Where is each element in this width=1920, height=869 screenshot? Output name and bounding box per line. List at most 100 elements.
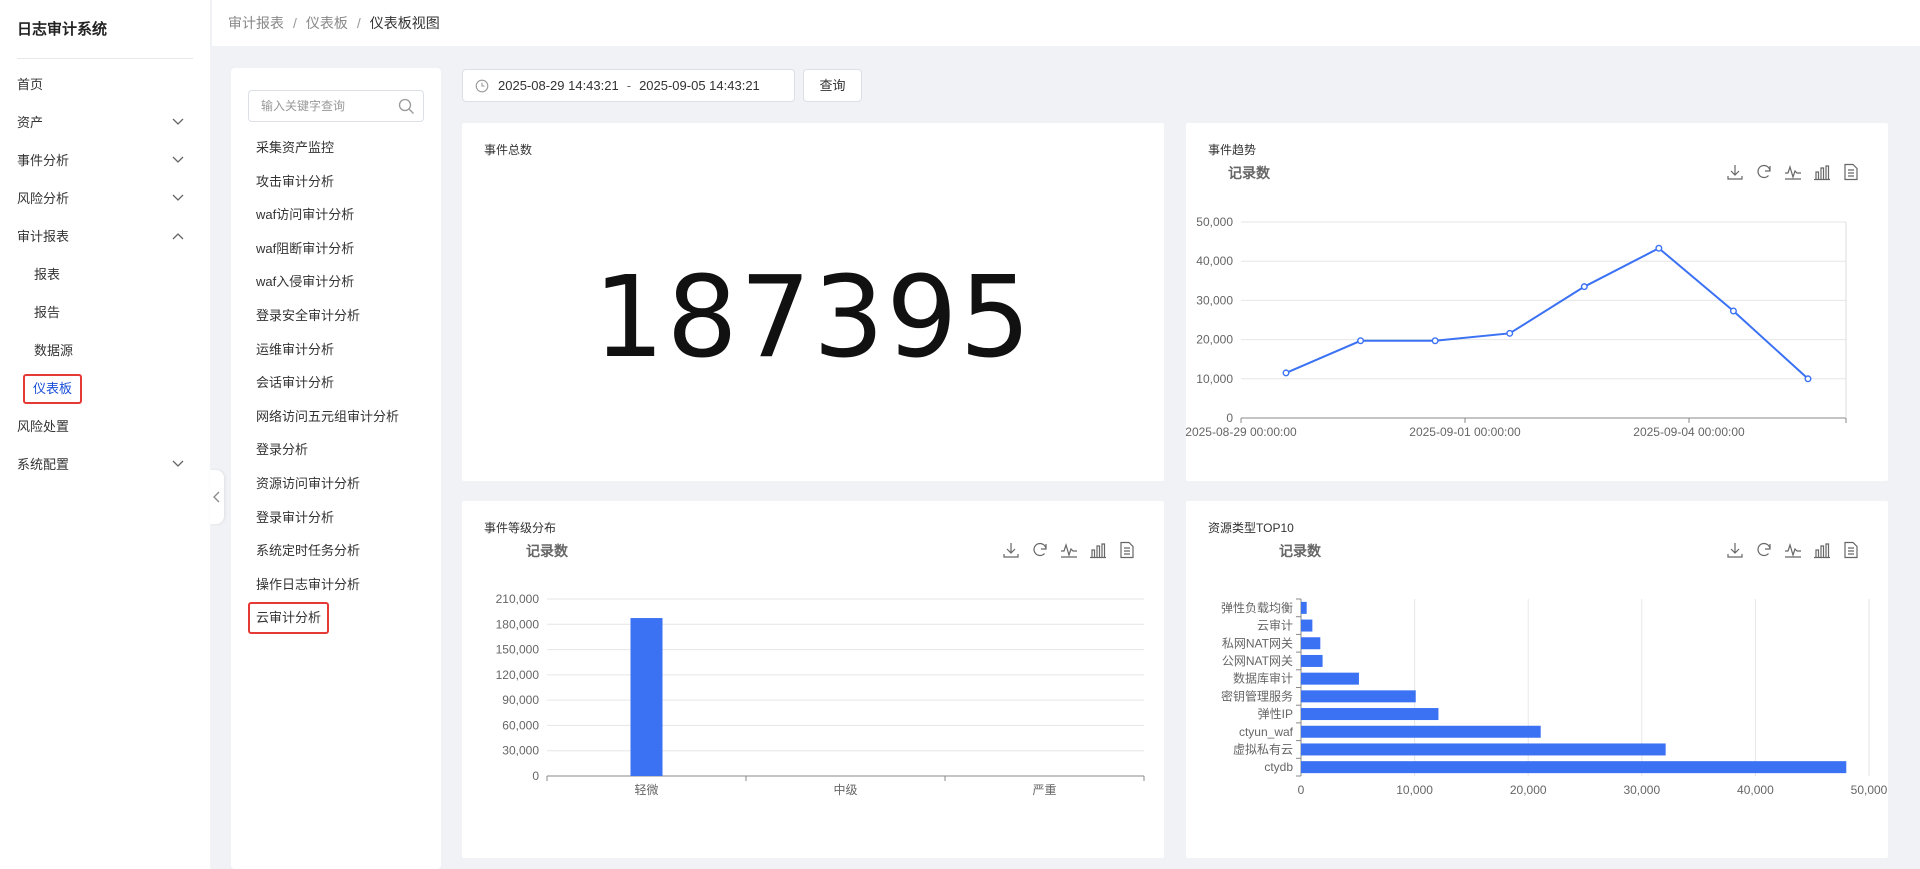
category-item-label: waf入侵审计分析: [256, 274, 355, 290]
category-item[interactable]: 登录审计分析: [231, 501, 441, 535]
y-tick-label: 90,000: [502, 693, 539, 707]
x-tick-label: 2025-09-01 00:00:00: [1409, 425, 1521, 439]
data-point: [1729, 307, 1737, 315]
search-input[interactable]: [261, 91, 401, 121]
category-item-label: 网络访问五元组审计分析: [256, 408, 400, 424]
date-end[interactable]: 2025-09-05 14:43:21: [639, 78, 760, 93]
category-item-label: 云审计分析: [248, 602, 330, 635]
sidebar-collapse-button[interactable]: [210, 470, 224, 524]
date-start[interactable]: 2025-08-29 14:43:21: [498, 78, 619, 93]
sidebar-item-dashboard[interactable]: 仪表板: [0, 370, 210, 408]
sidebar-item-datasource[interactable]: 数据源: [0, 332, 210, 370]
category-item[interactable]: waf访问审计分析: [231, 198, 441, 232]
category-item-label: waf阻断审计分析: [256, 240, 355, 256]
chevron-down-icon: [172, 446, 186, 484]
sidebar-menu: 首页 资产 事件分析 风险分析 审计报表 报表 报告 数据源 仪表板 风险处置 …: [0, 66, 210, 484]
category-item[interactable]: 资源访问审计分析: [231, 467, 441, 501]
x-tick-label: 轻微: [634, 783, 658, 797]
sidebar-item-reports-table[interactable]: 报表: [0, 256, 210, 294]
chevron-down-icon: [172, 180, 186, 218]
x-tick-label: 0: [1298, 783, 1305, 797]
data-point: [1655, 244, 1663, 252]
clock-icon: [475, 79, 489, 96]
category-item[interactable]: 登录安全审计分析: [231, 299, 441, 333]
y-tick-label: 120,000: [496, 668, 540, 682]
search-box: [248, 90, 424, 122]
bar: [1301, 672, 1359, 685]
sidebar-item-risk-handling[interactable]: 风险处置: [0, 408, 210, 446]
y-tick-label: 密钥管理服务: [1221, 688, 1293, 703]
query-button[interactable]: 查询: [803, 69, 862, 102]
category-item[interactable]: 运维审计分析: [231, 333, 441, 367]
sidebar-item-report[interactable]: 报告: [0, 294, 210, 332]
sidebar-item-audit-reports[interactable]: 审计报表: [0, 218, 210, 256]
category-item-label: 资源访问审计分析: [256, 475, 361, 491]
x-tick-label: 10,000: [1396, 783, 1433, 797]
category-item[interactable]: 会话审计分析: [231, 366, 441, 400]
x-tick-label: 30,000: [1623, 783, 1660, 797]
category-item[interactable]: 操作日志审计分析: [231, 568, 441, 602]
search-icon[interactable]: [398, 98, 415, 118]
sidebar-item-home[interactable]: 首页: [0, 66, 210, 104]
sidebar-item-system-config[interactable]: 系统配置: [0, 446, 210, 484]
data-point: [1282, 369, 1290, 377]
x-tick-label: 2025-09-04 00:00:00: [1633, 425, 1745, 439]
sidebar-item-label: 风险处置: [17, 419, 70, 434]
category-item-label: 登录审计分析: [256, 509, 335, 525]
category-item[interactable]: waf阻断审计分析: [231, 232, 441, 266]
sidebar-item-label: 风险分析: [17, 191, 70, 206]
sidebar-item-label: 数据源: [34, 343, 74, 358]
category-item[interactable]: waf入侵审计分析: [231, 265, 441, 299]
y-tick-label: 弹性IP: [1258, 707, 1293, 721]
bar: [1301, 761, 1847, 774]
y-tick-label: 50,000: [1196, 215, 1233, 229]
breadcrumb-item-audit-reports[interactable]: 审计报表: [228, 15, 284, 31]
category-item-label: 运维审计分析: [256, 341, 335, 357]
sidebar-item-label: 资产: [17, 115, 44, 130]
top-header: 审计报表 / 仪表板 / 仪表板视图: [212, 0, 1920, 46]
card-title: 事件总数: [484, 143, 533, 157]
category-item[interactable]: 云审计分析: [231, 601, 441, 635]
sidebar: 日志审计系统 首页 资产 事件分析 风险分析 审计报表 报表 报告 数据源 仪表…: [0, 0, 210, 869]
x-tick-label: 20,000: [1510, 783, 1547, 797]
event-trend-chart: 0 10,000 20,000 30,000 40,000 50,000 2025-08-2…: [1186, 215, 1847, 439]
x-tick-label: 2025-08-29 00:00:00: [1186, 425, 1297, 439]
y-tick-label: 30,000: [1196, 293, 1233, 307]
chevron-down-icon: [172, 142, 186, 180]
y-tick-label: 数据库审计: [1233, 671, 1293, 686]
sidebar-item-label: 仪表板: [23, 374, 83, 404]
category-item[interactable]: 系统定时任务分析: [231, 534, 441, 568]
sidebar-item-assets[interactable]: 资产: [0, 104, 210, 142]
bar: [1301, 725, 1541, 738]
bar: [1301, 654, 1323, 667]
bar: [1301, 708, 1439, 721]
category-item[interactable]: 网络访问五元组审计分析: [231, 400, 441, 434]
breadcrumb-item-dashboard[interactable]: 仪表板: [306, 15, 348, 31]
category-item-label: 会话审计分析: [256, 375, 335, 391]
x-tick-label: 50,000: [1851, 783, 1888, 797]
bar: [1301, 743, 1666, 756]
date-range-picker[interactable]: 2025-08-29 14:43:21-2025-09-05 14:43:21: [462, 69, 795, 102]
y-tick-label: 150,000: [496, 643, 540, 657]
sidebar-item-risk-analysis[interactable]: 风险分析: [0, 180, 210, 218]
y-tick-label: 虚拟私有云: [1233, 742, 1293, 756]
category-item[interactable]: 登录分析: [231, 433, 441, 467]
event-level-chart: 0 30,000 60,000 90,000 120,000 150,000 180,000…: [496, 592, 1145, 797]
category-item-label: 攻击审计分析: [256, 173, 335, 189]
data-point: [1804, 375, 1812, 383]
y-tick-label: 0: [532, 769, 539, 783]
category-item-label: 登录安全审计分析: [256, 307, 361, 323]
y-tick-label: 0: [1226, 411, 1233, 425]
sidebar-item-label: 首页: [17, 77, 44, 92]
y-tick-label: ctydb: [1264, 760, 1293, 774]
bar: [1301, 690, 1416, 703]
category-item[interactable]: 采集资产监控: [231, 131, 441, 165]
category-item[interactable]: 攻击审计分析: [231, 165, 441, 199]
y-tick-label: 40,000: [1196, 254, 1233, 268]
breadcrumb-separator: /: [356, 15, 361, 31]
sidebar-item-event-analysis[interactable]: 事件分析: [0, 142, 210, 180]
data-point: [1431, 337, 1439, 345]
series-line: [1285, 247, 1809, 380]
category-item-label: 系统定时任务分析: [256, 543, 361, 559]
sidebar-item-label: 报表: [34, 267, 61, 282]
